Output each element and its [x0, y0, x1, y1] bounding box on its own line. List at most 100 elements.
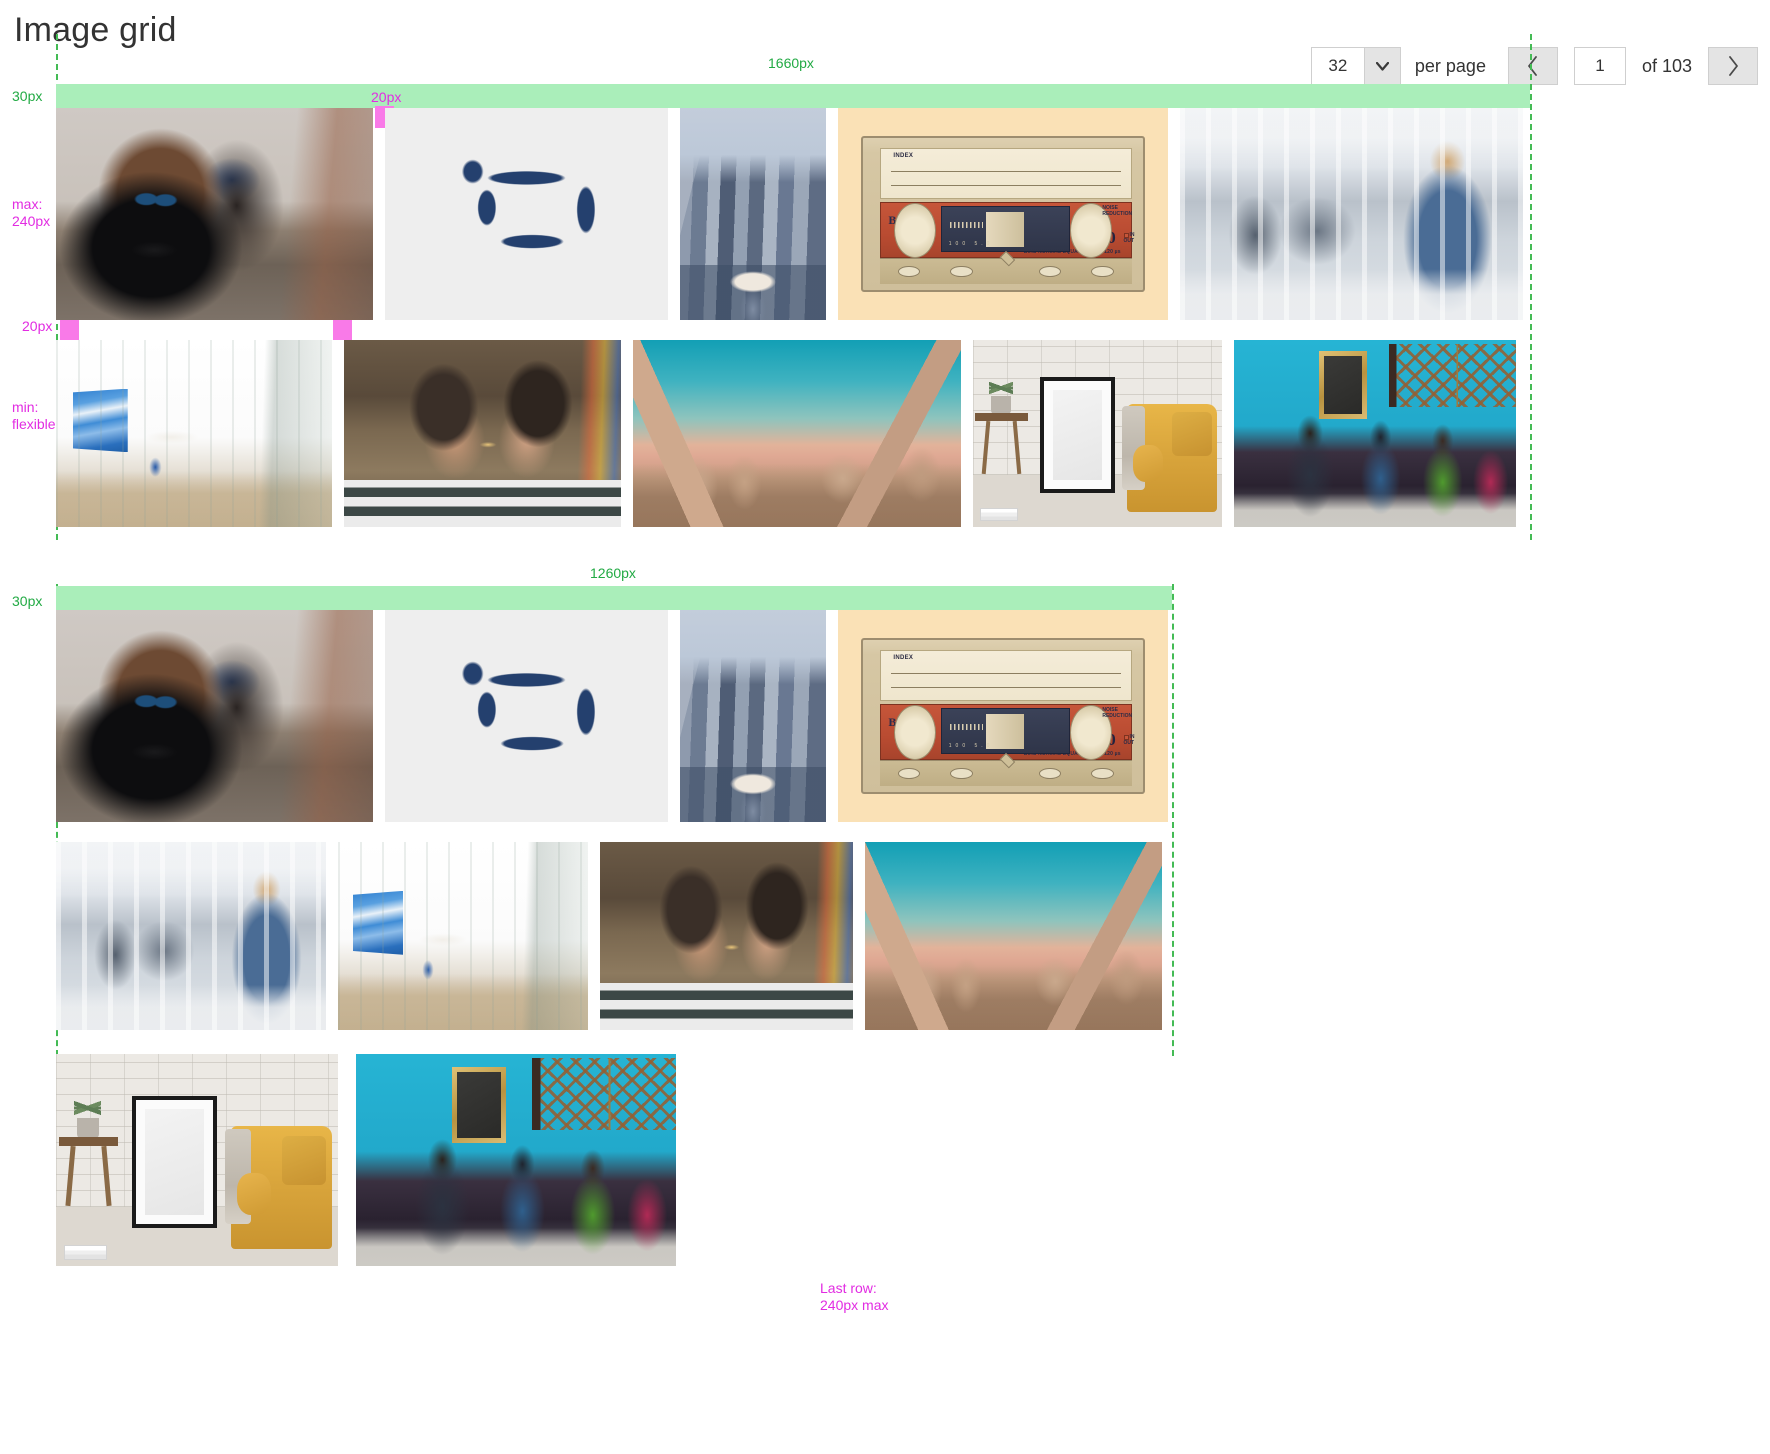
photo-art — [56, 340, 332, 527]
page-title: Image grid — [14, 11, 177, 49]
photo-art — [633, 340, 961, 527]
section1-min-height-label: min: flexible — [12, 399, 56, 432]
cassette-reel-left — [893, 705, 936, 761]
pagination-controls: 32 per page of 103 — [1310, 46, 1758, 86]
framed-poster — [1040, 377, 1115, 494]
section1-width-label: 1660px — [768, 55, 814, 71]
image-grid-page: Image grid 32 per page of 103 1660px 30p… — [0, 0, 1770, 1454]
photo-friends-cafe[interactable] — [356, 1054, 676, 1266]
section2-width-label: 1260px — [590, 565, 636, 581]
next-page-button[interactable] — [1708, 47, 1758, 85]
photo-city-skyline-water[interactable] — [680, 610, 826, 822]
photo-city-skyline-water[interactable] — [680, 108, 826, 320]
photo-woman-denim-office[interactable] — [56, 842, 326, 1030]
photo-art — [680, 610, 826, 822]
photo-art — [385, 610, 668, 822]
section1-top-gutter-band — [56, 84, 1530, 108]
section2-row-1: INDEX BSIDE 60 BIAS NORMAL EQUALISATION … — [56, 610, 1168, 822]
chevron-left-icon — [1528, 56, 1537, 76]
photo-art: INDEX BSIDE 60 BIAS NORMAL EQUALISATION … — [838, 610, 1168, 822]
stacked-books — [64, 1244, 107, 1260]
section2-last-row-label: Last row: 240px max — [820, 1280, 889, 1313]
photo-cappadocia-balloons[interactable] — [633, 340, 961, 527]
chevron-right-icon — [1729, 56, 1738, 76]
photo-poster-frame-sofa[interactable] — [973, 340, 1222, 527]
section1-row-gutter-label: 20px — [22, 318, 53, 334]
photo-art — [344, 340, 621, 527]
section1-inner-gutter-label: 20px — [371, 89, 402, 105]
total-pages-label: of 103 — [1641, 55, 1692, 76]
section1-row-gutter-swatch-left — [60, 318, 79, 340]
cassette-tick-numbers: 100 5.0 — [948, 742, 994, 749]
cassette-bottom-plate — [879, 250, 1132, 285]
page-number-input[interactable] — [1573, 47, 1626, 85]
prev-page-button[interactable] — [1507, 47, 1558, 85]
photo-art — [56, 842, 326, 1030]
photo-white-dining-room[interactable] — [338, 842, 588, 1030]
photo-art — [600, 842, 853, 1030]
cassette-bottom-plate — [879, 752, 1132, 787]
cassette-body: INDEX BSIDE 60 BIAS NORMAL EQUALISATION … — [861, 135, 1145, 293]
cassette-index-label: INDEX — [893, 153, 914, 160]
photo-woman-denim-office[interactable] — [1180, 108, 1523, 320]
photo-two-people-laughing[interactable] — [344, 340, 621, 527]
section1-row-2 — [56, 340, 1516, 527]
cassette-noise-label: NOISE REDUCTION — [1102, 706, 1133, 719]
photo-white-dining-room[interactable] — [56, 340, 332, 527]
cassette-window: 100 5.0 — [941, 206, 1071, 253]
photo-vintage-cassette-tape[interactable]: INDEX BSIDE 60 BIAS NORMAL EQUALISATION … — [838, 610, 1168, 822]
cassette-in-out-label: IN OUT — [1123, 734, 1135, 747]
photo-art — [338, 842, 588, 1030]
cassette-index-panel: INDEX — [879, 650, 1132, 701]
photo-art — [356, 1054, 676, 1266]
photo-cappadocia-balloons[interactable] — [865, 842, 1162, 1030]
cassette-body: INDEX BSIDE 60 BIAS NORMAL EQUALISATION … — [861, 637, 1145, 795]
photo-friends-cafe[interactable] — [1234, 340, 1516, 527]
side-table-with-plants — [58, 1094, 119, 1207]
photo-art — [1180, 108, 1523, 320]
photo-art — [56, 610, 373, 822]
mustard-sofa — [224, 1126, 333, 1250]
photo-poster-frame-sofa[interactable] — [56, 1054, 338, 1266]
per-page-value: 32 — [1311, 48, 1364, 84]
photo-aerial-autumn-road[interactable] — [385, 108, 668, 320]
stacked-books — [980, 508, 1018, 522]
section1-top-gutter-label: 30px — [12, 88, 43, 104]
cassette-reel-left — [893, 203, 936, 259]
chevron-down-icon[interactable] — [1363, 48, 1400, 84]
framed-poster — [132, 1096, 217, 1228]
photo-art — [56, 1054, 338, 1266]
cassette-index-label: INDEX — [893, 655, 914, 662]
section2-row-2 — [56, 842, 1162, 1030]
photo-art — [56, 108, 373, 320]
section2-top-gutter-label: 30px — [12, 593, 43, 609]
photo-art — [385, 108, 668, 320]
cassette-tick-numbers: 100 5.0 — [948, 240, 994, 247]
photo-aerial-autumn-road[interactable] — [385, 610, 668, 822]
mustard-sofa — [1122, 403, 1218, 513]
section1-row-gutter-swatch-mid — [333, 318, 352, 340]
section1-row-1: INDEX BSIDE 60 BIAS NORMAL EQUALISATION … — [56, 108, 1523, 320]
photo-two-men-sunglasses[interactable] — [56, 108, 373, 320]
section2-row-3 — [56, 1054, 676, 1266]
photo-two-men-sunglasses[interactable] — [56, 610, 373, 822]
photo-art — [1234, 340, 1516, 527]
photo-vintage-cassette-tape[interactable]: INDEX BSIDE 60 BIAS NORMAL EQUALISATION … — [838, 108, 1168, 320]
per-page-label: per page — [1414, 55, 1486, 76]
cassette-noise-label: NOISE REDUCTION — [1102, 204, 1133, 217]
photo-two-people-laughing[interactable] — [600, 842, 853, 1030]
per-page-select[interactable]: 32 — [1310, 47, 1401, 85]
photo-art — [973, 340, 1222, 527]
photo-art — [680, 108, 826, 320]
section1-max-height-label: max: 240px — [12, 196, 51, 229]
side-table-with-plants — [975, 375, 1028, 475]
gold-picture-frame — [1318, 351, 1367, 419]
cassette-index-panel: INDEX — [879, 148, 1132, 199]
photo-art: INDEX BSIDE 60 BIAS NORMAL EQUALISATION … — [838, 108, 1168, 320]
photo-art — [865, 842, 1162, 1030]
section2-right-guide — [1172, 584, 1174, 1056]
cassette-window: 100 5.0 — [941, 708, 1071, 755]
section1-right-guide — [1530, 34, 1532, 540]
section2-top-gutter-band — [56, 586, 1172, 610]
gold-picture-frame — [452, 1066, 507, 1144]
